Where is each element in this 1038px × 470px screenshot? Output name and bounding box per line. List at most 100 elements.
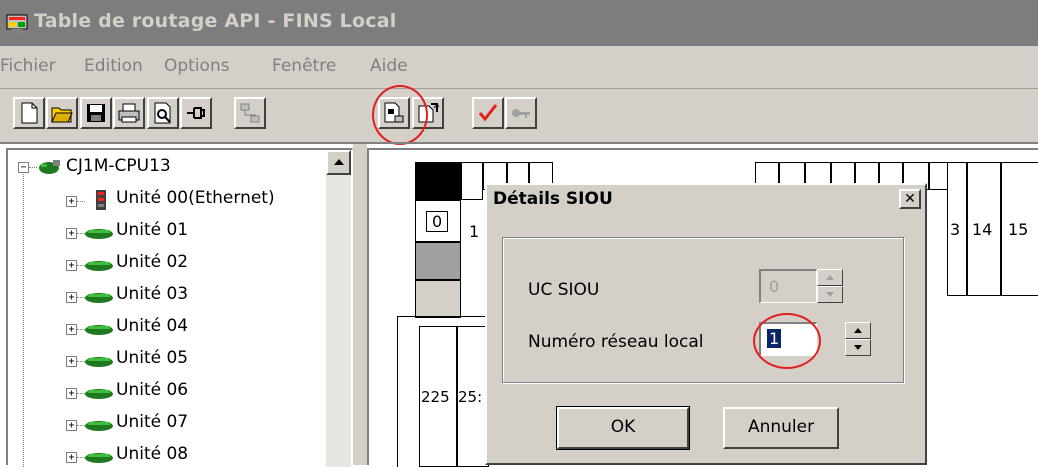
- grid-col-number: 3: [950, 220, 961, 239]
- key-icon: [512, 109, 530, 118]
- menu-edition[interactable]: Edition: [84, 56, 143, 76]
- tree-item-label: Unité 05: [116, 348, 189, 368]
- expand-icon[interactable]: +: [66, 452, 77, 463]
- grid-row-number: 225: [421, 388, 450, 406]
- app-icon: [6, 14, 28, 33]
- tree-item-unit-01[interactable]: + Unité 01: [8, 216, 328, 246]
- unit-icon: [85, 293, 113, 303]
- tree-root-label: CJ1M-CPU13: [66, 156, 171, 176]
- arrow-up-icon: [854, 328, 862, 333]
- arrow-up-icon: [826, 275, 834, 280]
- grid-header-cell: [415, 162, 461, 200]
- network-button[interactable]: [234, 97, 266, 129]
- tree-item-label: Unité 00(Ethernet): [116, 188, 275, 208]
- spin-down-button: [817, 286, 843, 303]
- uc-siou-value: 0: [769, 277, 780, 296]
- annotation-circle-field: [753, 313, 821, 369]
- toolbar-separator: [0, 142, 1038, 144]
- annotation-circle-toolbar: [372, 85, 428, 145]
- siou-details-dialog: Détails SIOU ✕ UC SIOU 0 Numéro réseau l…: [485, 183, 927, 465]
- menu-options[interactable]: Options: [164, 56, 230, 76]
- arrow-up-icon: [334, 159, 344, 165]
- tree-scrollbar[interactable]: [326, 150, 351, 467]
- grid-cell[interactable]: 0: [415, 200, 461, 242]
- unit-icon: [85, 325, 113, 335]
- tree-item-unit-02[interactable]: + Unité 02: [8, 248, 328, 278]
- tree-item-label: Unité 02: [116, 252, 189, 272]
- check-icon: [478, 104, 498, 122]
- scroll-up-button[interactable]: [326, 150, 351, 175]
- expand-icon[interactable]: +: [66, 260, 77, 271]
- spin-up-button[interactable]: [845, 322, 871, 339]
- dialog-title-bar[interactable]: Détails SIOU ✕: [487, 185, 925, 213]
- save-button[interactable]: [80, 97, 112, 129]
- menu-aide[interactable]: Aide: [370, 56, 408, 76]
- grid-cell-lightgray: [415, 280, 461, 318]
- expand-icon[interactable]: +: [66, 196, 77, 207]
- dialog-title: Détails SIOU: [493, 189, 613, 209]
- arrow-down-icon: [854, 345, 862, 350]
- grid-line: [397, 316, 489, 317]
- tree-item-unit-00[interactable]: + Unité 00(Ethernet): [8, 184, 328, 214]
- grid-col-number: 15: [1008, 220, 1029, 239]
- unit-icon: [85, 389, 113, 399]
- siou-groupbox: UC SIOU 0 Numéro réseau local 1: [502, 237, 904, 383]
- unit-icon: [85, 453, 113, 463]
- cpu-icon: [39, 160, 60, 174]
- print-button[interactable]: [113, 97, 145, 129]
- spin-up-button: [817, 269, 843, 286]
- menu-fichier[interactable]: Fichier: [0, 56, 56, 76]
- grid-cell-gray: [415, 242, 461, 280]
- open-button[interactable]: [46, 97, 78, 129]
- tree-item-label: Unité 08: [116, 444, 189, 464]
- tree-item-unit-06[interactable]: + Unité 06: [8, 376, 328, 406]
- uc-siou-label: UC SIOU: [528, 280, 600, 300]
- expand-icon[interactable]: +: [66, 420, 77, 431]
- tree-item-unit-04[interactable]: + Unité 04: [8, 312, 328, 342]
- print-preview-icon: [154, 102, 171, 124]
- local-network-spinner[interactable]: [845, 322, 871, 356]
- save-icon: [87, 104, 105, 122]
- tree-item-label: Unité 03: [116, 284, 189, 304]
- tree-item-label: Unité 04: [116, 316, 189, 336]
- check-button[interactable]: [472, 97, 504, 129]
- grid-cell-number: 0: [426, 211, 449, 232]
- cancel-button[interactable]: Annuler: [723, 407, 839, 449]
- tree-root[interactable]: − CJ1M-CPU13: [8, 152, 328, 182]
- new-button[interactable]: [13, 97, 45, 129]
- expand-icon[interactable]: +: [66, 356, 77, 367]
- tree-view[interactable]: − CJ1M-CPU13 + Unité 00(Ethernet) + Unit…: [6, 148, 353, 467]
- network-icon: [240, 103, 260, 123]
- spin-down-button[interactable]: [845, 339, 871, 356]
- tree-item-unit-03[interactable]: + Unité 03: [8, 280, 328, 310]
- pin-icon: [187, 107, 205, 119]
- grid-cell: [461, 162, 483, 200]
- grid-cell: [929, 162, 949, 190]
- key-button[interactable]: [505, 97, 537, 129]
- grid-row-number: 25:: [458, 388, 483, 406]
- print-icon: [118, 103, 140, 123]
- tree-item-unit-08[interactable]: + Unité 08: [8, 440, 328, 470]
- tree-item-unit-05[interactable]: + Unité 05: [8, 344, 328, 374]
- tree-item-label: Unité 07: [116, 412, 189, 432]
- unit-icon: [85, 229, 113, 239]
- tree-item-label: Unité 01: [116, 220, 189, 240]
- unit-icon: [85, 357, 113, 367]
- expand-icon[interactable]: +: [66, 292, 77, 303]
- close-button[interactable]: ✕: [899, 189, 921, 209]
- pin-button[interactable]: [180, 97, 212, 129]
- unit-icon: [85, 261, 113, 271]
- expand-icon[interactable]: +: [66, 228, 77, 239]
- expand-icon[interactable]: +: [66, 324, 77, 335]
- print-preview-button[interactable]: [147, 97, 179, 129]
- new-icon: [21, 102, 38, 124]
- menu-fenetre[interactable]: Fenêtre: [272, 56, 336, 76]
- local-network-label: Numéro réseau local: [528, 332, 704, 352]
- uc-siou-spinner: [817, 269, 843, 303]
- pane-splitter[interactable]: [353, 144, 367, 465]
- expand-icon[interactable]: +: [66, 388, 77, 399]
- arrow-down-icon: [826, 292, 834, 297]
- tree-item-unit-07[interactable]: + Unité 07: [8, 408, 328, 438]
- close-icon: ✕: [904, 191, 916, 207]
- ok-button[interactable]: OK: [556, 406, 690, 450]
